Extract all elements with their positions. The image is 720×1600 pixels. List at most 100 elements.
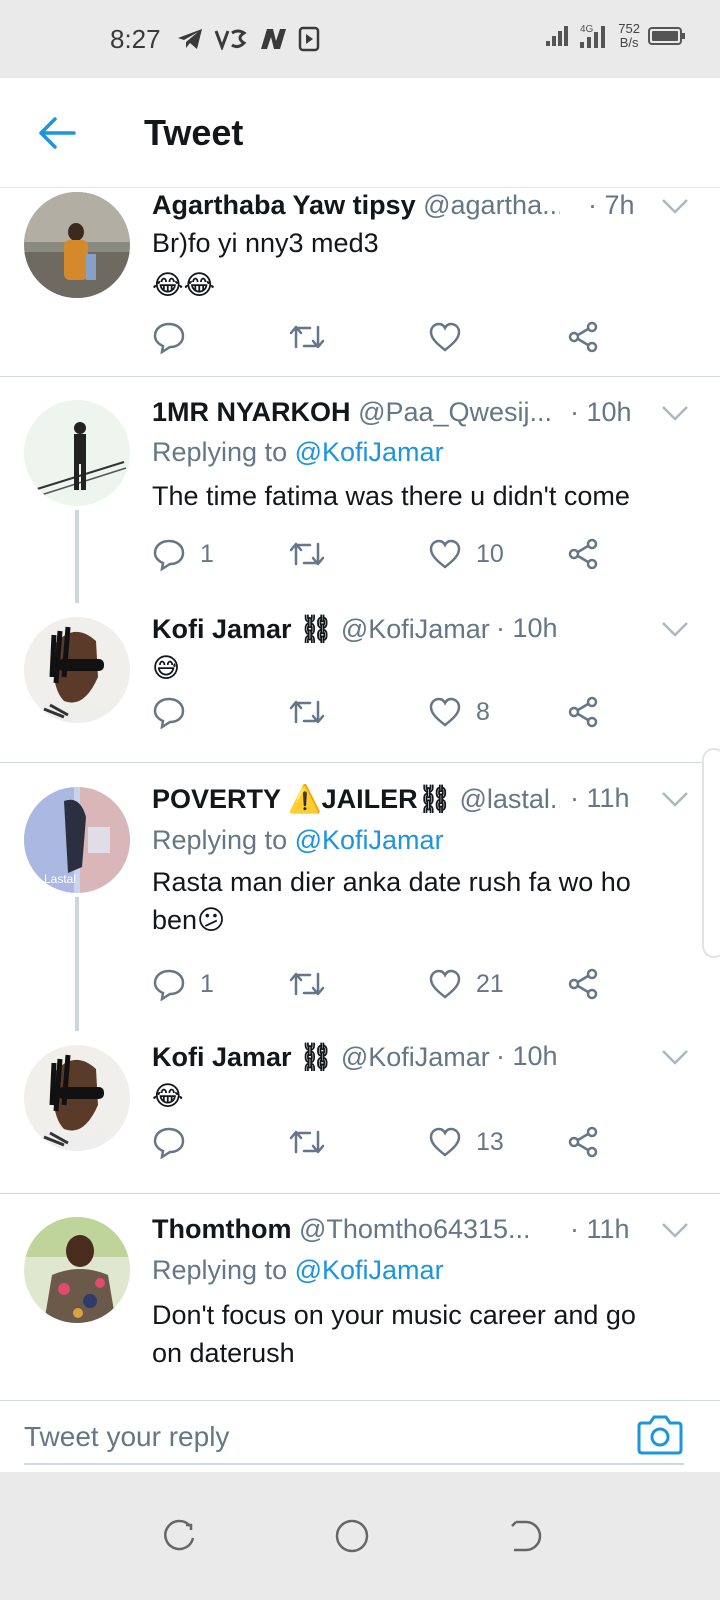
tweet-item[interactable]: Lastal POVERTY ⚠️JAILER⛓ @lastal... · 11… xyxy=(0,763,720,1031)
replying-to: Replying to @KofiJamar xyxy=(152,437,444,468)
tweet-header: 1MR NYARKOH @Paa_Qwesij... xyxy=(152,397,560,428)
camera-icon[interactable] xyxy=(636,1411,684,1457)
author-handle[interactable]: @KofiJamar xyxy=(341,1042,490,1072)
retweet-button[interactable] xyxy=(288,534,326,574)
author-handle[interactable]: @KofiJamar xyxy=(341,614,490,644)
chevron-down-icon[interactable] xyxy=(660,789,690,809)
mention-link[interactable]: @KofiJamar xyxy=(295,825,444,855)
notification-icons xyxy=(176,26,320,52)
share-icon xyxy=(568,321,598,353)
mention-link[interactable]: @KofiJamar xyxy=(295,1255,444,1285)
tweet-text-line: on daterush xyxy=(152,1338,295,1368)
app-header: Tweet xyxy=(0,78,720,188)
speech-bubble-icon xyxy=(153,539,185,571)
reply-composer[interactable]: Tweet your reply xyxy=(0,1400,720,1472)
thread-line xyxy=(75,897,79,1031)
back-button[interactable] xyxy=(32,108,82,158)
author-name[interactable]: 1MR NYARKOH xyxy=(152,397,351,427)
system-icons: 4G 752 B/s xyxy=(544,22,686,50)
reply-input-underline xyxy=(24,1463,684,1465)
chevron-down-icon[interactable] xyxy=(660,619,690,639)
n-app-icon xyxy=(261,29,286,49)
avatar[interactable] xyxy=(24,192,130,298)
share-button[interactable] xyxy=(566,317,600,357)
chevron-down-icon[interactable] xyxy=(660,1047,690,1067)
like-button[interactable]: 13 xyxy=(428,1122,504,1162)
tweet-time: · 11h xyxy=(570,783,630,813)
recent-apps-icon[interactable] xyxy=(160,1516,200,1556)
reply-button[interactable]: 1 xyxy=(152,534,214,574)
tweet-item[interactable]: Thomthom @Thomtho64315... · 11h Replying… xyxy=(0,1194,720,1400)
replying-prefix: Replying to xyxy=(152,825,288,855)
tweet-text: Rasta man dier anka date rush fa wo ho b… xyxy=(152,863,690,939)
retweet-icon xyxy=(289,972,325,996)
avatar[interactable] xyxy=(24,1217,130,1323)
tweet-time: · 10h xyxy=(570,397,632,427)
avatar[interactable] xyxy=(24,617,130,723)
telegram-icon xyxy=(178,29,202,49)
reply-input[interactable]: Tweet your reply xyxy=(24,1421,229,1453)
tweet-item[interactable]: Kofi Jamar ⛓ @KofiJamar · 10h 😅 8 xyxy=(0,603,720,760)
replies-feed[interactable]: Agarthaba Yaw tipsy @agartha... · 7h Br)… xyxy=(0,188,720,1400)
like-button[interactable]: 8 xyxy=(428,692,490,732)
page-title: Tweet xyxy=(144,112,244,153)
avatar[interactable] xyxy=(24,400,130,506)
author-handle[interactable]: @agartha... xyxy=(423,190,560,220)
reply-button[interactable] xyxy=(152,1122,186,1162)
tweet-header: POVERTY ⚠️JAILER⛓ @lastal... xyxy=(152,783,560,815)
speech-bubble-icon xyxy=(153,697,185,729)
author-handle[interactable]: @lastal... xyxy=(459,784,560,814)
like-button[interactable]: 21 xyxy=(428,964,504,1004)
author-name[interactable]: Kofi Jamar ⛓ xyxy=(152,1042,333,1072)
speech-bubble-icon xyxy=(153,1127,185,1159)
back-nav-icon[interactable] xyxy=(504,1516,544,1556)
share-icon xyxy=(568,968,598,1000)
author-name[interactable]: POVERTY ⚠️JAILER⛓ xyxy=(152,784,452,814)
chevron-down-icon[interactable] xyxy=(660,403,690,423)
share-button[interactable] xyxy=(566,534,600,574)
reply-button[interactable] xyxy=(152,317,186,357)
side-panel-handle[interactable] xyxy=(702,748,720,958)
svg-text:4G: 4G xyxy=(580,24,594,35)
tweet-item[interactable]: 1MR NYARKOH @Paa_Qwesij... · 10h Replyin… xyxy=(0,377,720,603)
author-handle[interactable]: @Thomtho64315... xyxy=(299,1214,531,1244)
like-count: 13 xyxy=(476,1127,504,1156)
system-nav-bar xyxy=(0,1472,720,1600)
tweet-item[interactable]: Agarthaba Yaw tipsy @agartha... · 7h Br)… xyxy=(0,188,720,376)
share-icon xyxy=(568,696,598,728)
tweet-actions: 1 21 xyxy=(152,964,612,1004)
share-button[interactable] xyxy=(566,964,600,1004)
tweet-item[interactable]: Kofi Jamar ⛓ @KofiJamar · 10h 😂 13 xyxy=(0,1031,720,1191)
retweet-button[interactable] xyxy=(288,964,326,1004)
chevron-down-icon[interactable] xyxy=(660,196,690,216)
reply-count: 1 xyxy=(200,969,214,998)
reply-button[interactable] xyxy=(152,692,186,732)
author-name[interactable]: Agarthaba Yaw tipsy xyxy=(152,190,416,220)
share-icon xyxy=(568,1126,598,1158)
retweet-button[interactable] xyxy=(288,1122,326,1162)
avatar[interactable]: Lastal xyxy=(24,787,130,893)
tweet-time: · 11h xyxy=(570,1214,630,1244)
tweet-actions: 13 xyxy=(152,1122,612,1162)
author-handle[interactable]: @Paa_Qwesij... xyxy=(358,397,552,427)
share-button[interactable] xyxy=(566,1122,600,1162)
tweet-header: Kofi Jamar ⛓ @KofiJamar xyxy=(152,1041,530,1073)
author-name[interactable]: Kofi Jamar ⛓ xyxy=(152,614,333,644)
mention-link[interactable]: @KofiJamar xyxy=(295,437,444,467)
author-name[interactable]: Thomthom xyxy=(152,1214,291,1244)
home-icon[interactable] xyxy=(332,1516,372,1556)
reply-button[interactable]: 1 xyxy=(152,964,214,1004)
share-button[interactable] xyxy=(566,692,600,732)
retweet-button[interactable] xyxy=(288,692,326,732)
heart-icon xyxy=(429,697,461,727)
speech-bubble-icon xyxy=(153,969,185,1001)
tweet-actions: 1 10 xyxy=(152,534,612,574)
chevron-down-icon[interactable] xyxy=(660,1220,690,1240)
avatar[interactable] xyxy=(24,1045,130,1151)
replying-to: Replying to @KofiJamar xyxy=(152,1255,444,1286)
network-speed: 752 B/s xyxy=(618,22,640,50)
like-button[interactable]: 10 xyxy=(428,534,504,574)
retweet-button[interactable] xyxy=(288,317,326,357)
status-bar: 8:27 4G 752 B/s xyxy=(0,0,720,78)
like-button[interactable] xyxy=(428,317,462,357)
